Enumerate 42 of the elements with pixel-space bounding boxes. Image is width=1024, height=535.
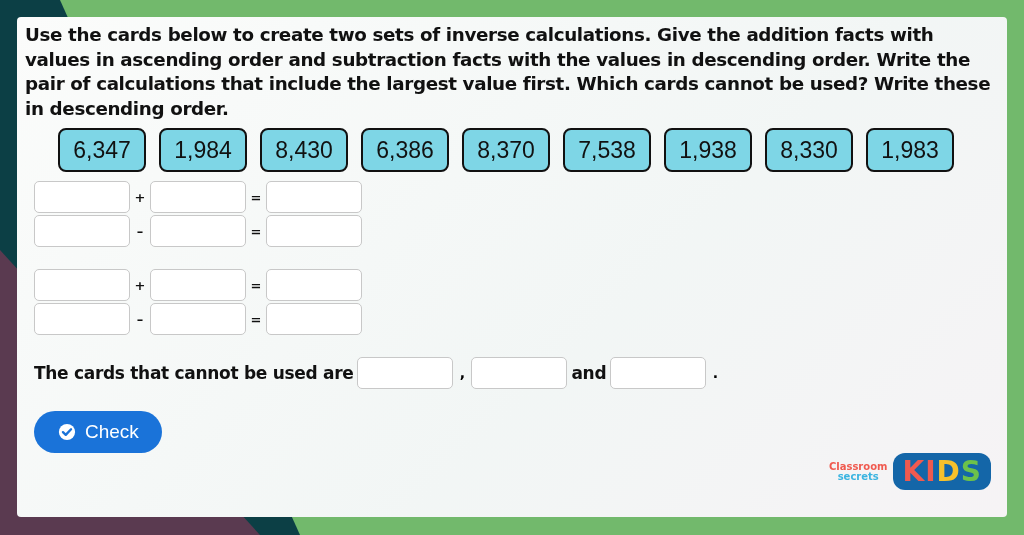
number-card[interactable]: 8,370	[462, 128, 550, 172]
number-card[interactable]: 8,430	[260, 128, 348, 172]
full-stop-text: .	[711, 365, 719, 381]
number-card[interactable]: 6,386	[361, 128, 449, 172]
operator-sign: –	[135, 223, 145, 239]
number-card[interactable]: 1,938	[664, 128, 752, 172]
operator-sign: +	[133, 277, 147, 293]
answer-field[interactable]	[357, 357, 454, 389]
number-card[interactable]: 6,347	[58, 128, 146, 172]
equals-sign: =	[249, 223, 263, 239]
answer-field[interactable]	[266, 303, 362, 335]
number-card[interactable]: 8,330	[765, 128, 853, 172]
kids-logo: KIDS	[893, 453, 991, 490]
logo-text: secrets	[837, 471, 879, 482]
check-circle-icon	[58, 423, 76, 441]
answer-field[interactable]	[34, 215, 130, 247]
check-button[interactable]: Check	[34, 411, 162, 453]
answer-field[interactable]	[150, 303, 246, 335]
equals-sign: =	[249, 277, 263, 293]
answer-field[interactable]	[266, 269, 362, 301]
question-text: Use the cards below to create two sets of inverse calculations. Give the addition facts with values in ascending order and subtraction facts with the values in descending order. Write the pair of calculations that include the largest value first. Which cards cannot be used? Write these in descending order.	[25, 23, 991, 121]
answer-field[interactable]	[150, 181, 246, 213]
answer-field[interactable]	[150, 215, 246, 247]
equals-sign: =	[249, 311, 263, 327]
answer-field[interactable]	[34, 269, 130, 301]
operator-sign: –	[135, 311, 145, 327]
answer-field[interactable]	[266, 181, 362, 213]
logo-text: Classroom	[828, 461, 888, 472]
equals-sign: =	[249, 189, 263, 205]
number-card[interactable]: 1,983	[866, 128, 954, 172]
conjunction-text: and	[571, 363, 607, 383]
answer-field[interactable]	[266, 215, 362, 247]
number-card[interactable]: 1,984	[159, 128, 247, 172]
comma-text: ,	[458, 365, 467, 381]
answer-prompt: The cards that cannot be used are	[34, 363, 354, 383]
answer-field[interactable]	[471, 357, 568, 389]
answer-field[interactable]	[34, 181, 130, 213]
number-card[interactable]: 7,538	[563, 128, 651, 172]
answer-field[interactable]	[610, 357, 707, 389]
answer-field[interactable]	[34, 303, 130, 335]
answer-field[interactable]	[150, 269, 246, 301]
operator-sign: +	[133, 189, 147, 205]
